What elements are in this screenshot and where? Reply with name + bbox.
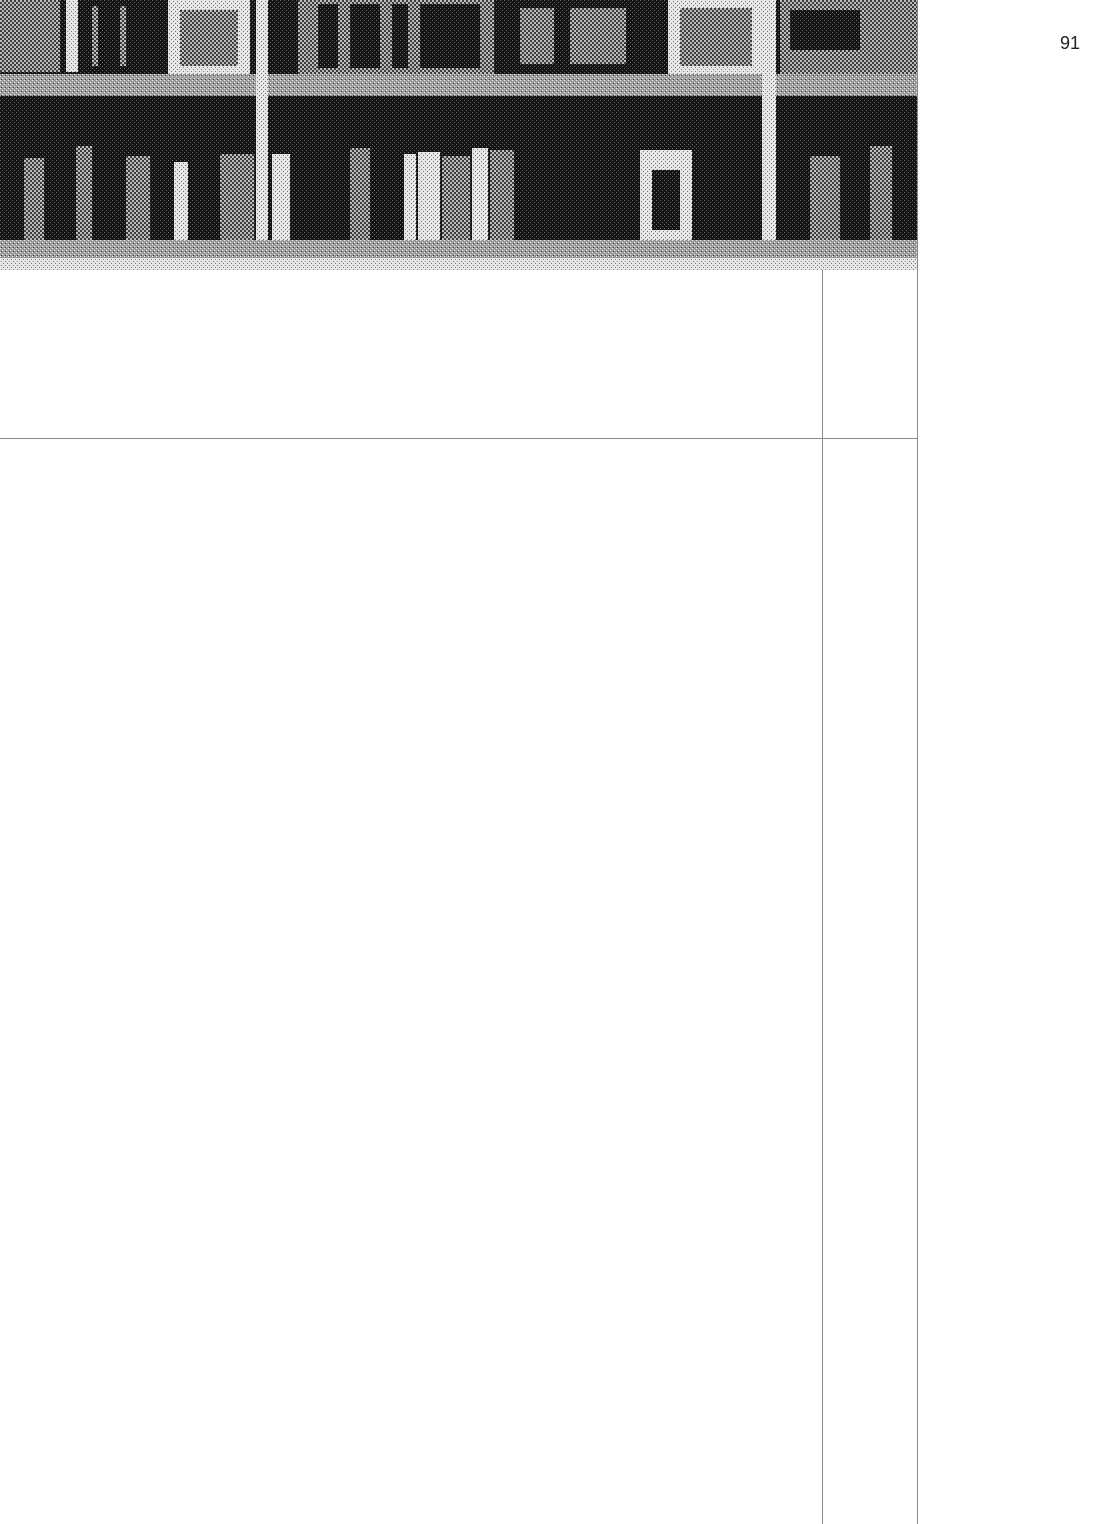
- document-page: 91: [0, 0, 1110, 1524]
- horizontal-grid-rule: [0, 438, 918, 439]
- bookshelf-illustration: [0, 0, 918, 270]
- layout-cell-bottom-right: [823, 439, 917, 1524]
- shelf-plank-top: [0, 74, 918, 96]
- page-number: 91: [1059, 33, 1080, 53]
- bookshelf-photo: [0, 0, 918, 270]
- shelf-upright-right: [762, 0, 776, 270]
- vertical-grid-rule-outer: [917, 0, 918, 1524]
- layout-cell-top-right: [823, 270, 917, 438]
- layout-cell-top-left: [0, 270, 822, 438]
- top-shelf-books: [0, 0, 918, 74]
- vertical-grid-rule-inner: [822, 270, 823, 1524]
- shelf-upright-left: [256, 0, 268, 270]
- layout-cell-bottom-left: [0, 439, 822, 1524]
